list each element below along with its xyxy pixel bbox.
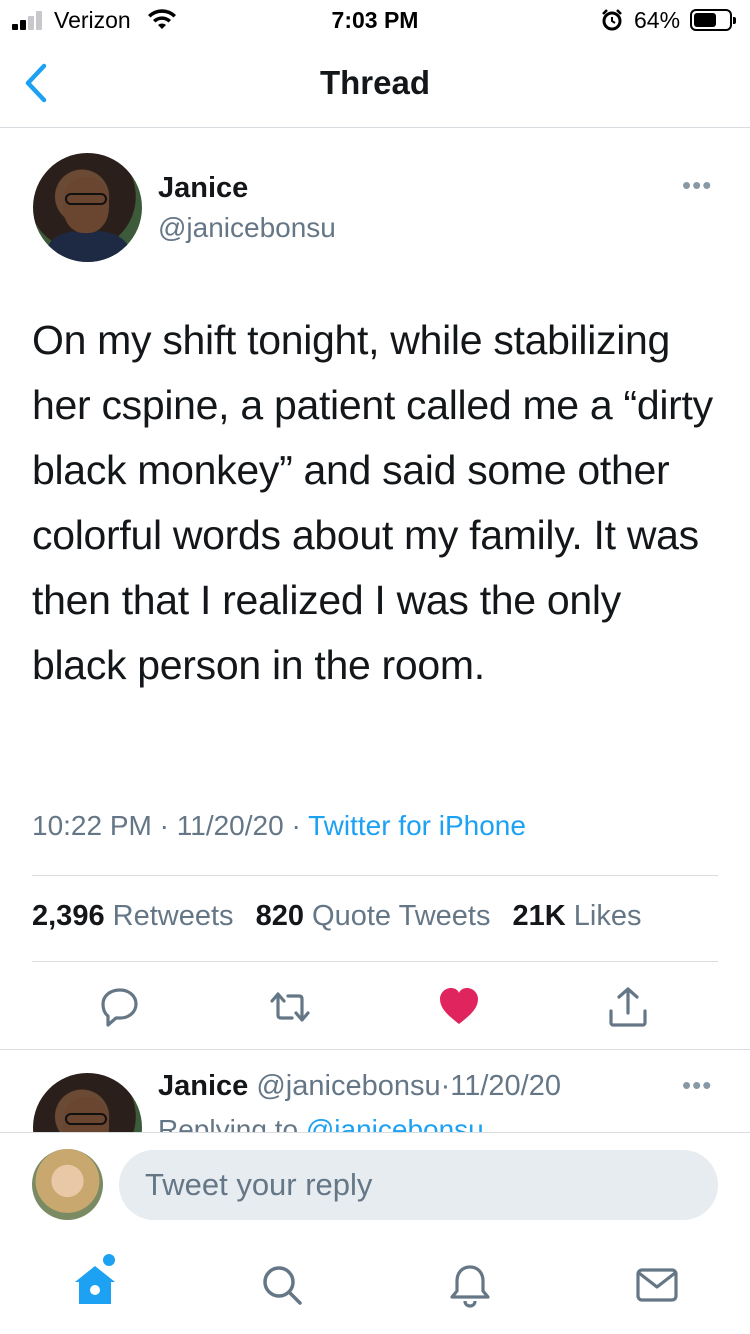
tweet-meta: 10:22 PM · 11/20/20 · Twitter for iPhone — [32, 810, 526, 842]
reply-author-handle[interactable]: @janicebonsu — [256, 1070, 440, 1102]
reply-separator: · — [440, 1070, 451, 1102]
tweet-text: On my shift tonight, while stabilizing h… — [32, 317, 713, 688]
heart-filled-icon — [440, 988, 478, 1024]
battery-percent: 64% — [634, 7, 681, 33]
author-handle[interactable]: @janicebonsu — [158, 212, 336, 244]
current-user-avatar[interactable] — [32, 1149, 103, 1220]
reply-tweet[interactable]: Janice @janicebonsu·11/20/20 ••• Replyin… — [0, 1050, 750, 1132]
tab-bar — [0, 1236, 750, 1334]
divider — [32, 875, 718, 876]
reply-icon — [101, 988, 138, 1027]
reply-more-options-button[interactable]: ••• — [682, 1070, 712, 1101]
meta-separator: · — [159, 810, 169, 841]
reply-author-name[interactable]: Janice — [158, 1070, 248, 1102]
new-content-dot — [103, 1254, 115, 1266]
reply-header: Janice @janicebonsu·11/20/20 — [158, 1070, 561, 1103]
retweet-icon — [270, 992, 310, 1022]
reply-date: 11/20/20 — [450, 1070, 561, 1102]
compose-bar — [0, 1132, 750, 1236]
alarm-icon — [602, 9, 622, 31]
author-avatar[interactable] — [33, 153, 142, 262]
retweet-button[interactable] — [268, 985, 312, 1029]
more-options-button[interactable]: ••• — [682, 170, 712, 201]
reply-input[interactable] — [119, 1150, 718, 1220]
reply-author-avatar[interactable] — [33, 1073, 142, 1132]
like-button[interactable] — [437, 985, 481, 1029]
tab-home[interactable] — [70, 1260, 120, 1310]
battery-icon — [690, 9, 736, 31]
author-name[interactable]: Janice — [158, 172, 248, 205]
tweet-time: 10:22 PM — [32, 810, 152, 841]
replying-to-link[interactable]: @janicebonsu — [306, 1114, 484, 1132]
tab-notifications[interactable] — [445, 1260, 495, 1310]
nav-header: Thread — [0, 40, 750, 128]
reply-button[interactable] — [98, 985, 142, 1029]
quote-tweets-stat[interactable]: 820 Quote Tweets — [256, 900, 491, 932]
page-title: Thread — [319, 64, 431, 101]
retweets-stat[interactable]: 2,396 Retweets — [32, 900, 234, 932]
home-icon — [75, 1266, 115, 1304]
likes-stat[interactable]: 21K Likes — [513, 900, 642, 932]
bell-icon — [450, 1265, 490, 1308]
meta-separator: · — [291, 810, 301, 841]
tweet-source-link[interactable]: Twitter for iPhone — [308, 810, 526, 841]
tweet-date: 11/20/20 — [176, 810, 284, 841]
tab-messages[interactable] — [632, 1260, 682, 1310]
mail-icon — [636, 1268, 678, 1302]
share-icon — [609, 987, 647, 1027]
divider — [32, 961, 718, 962]
share-button[interactable] — [606, 985, 650, 1029]
tweet-stats: 2,396 Retweets 820 Quote Tweets 21K Like… — [32, 900, 641, 933]
status-bar: Verizon 7:03 PM 64% — [0, 0, 750, 40]
tab-search[interactable] — [257, 1260, 307, 1310]
search-icon — [263, 1266, 302, 1305]
replying-to: Replying to @janicebonsu — [158, 1114, 484, 1132]
